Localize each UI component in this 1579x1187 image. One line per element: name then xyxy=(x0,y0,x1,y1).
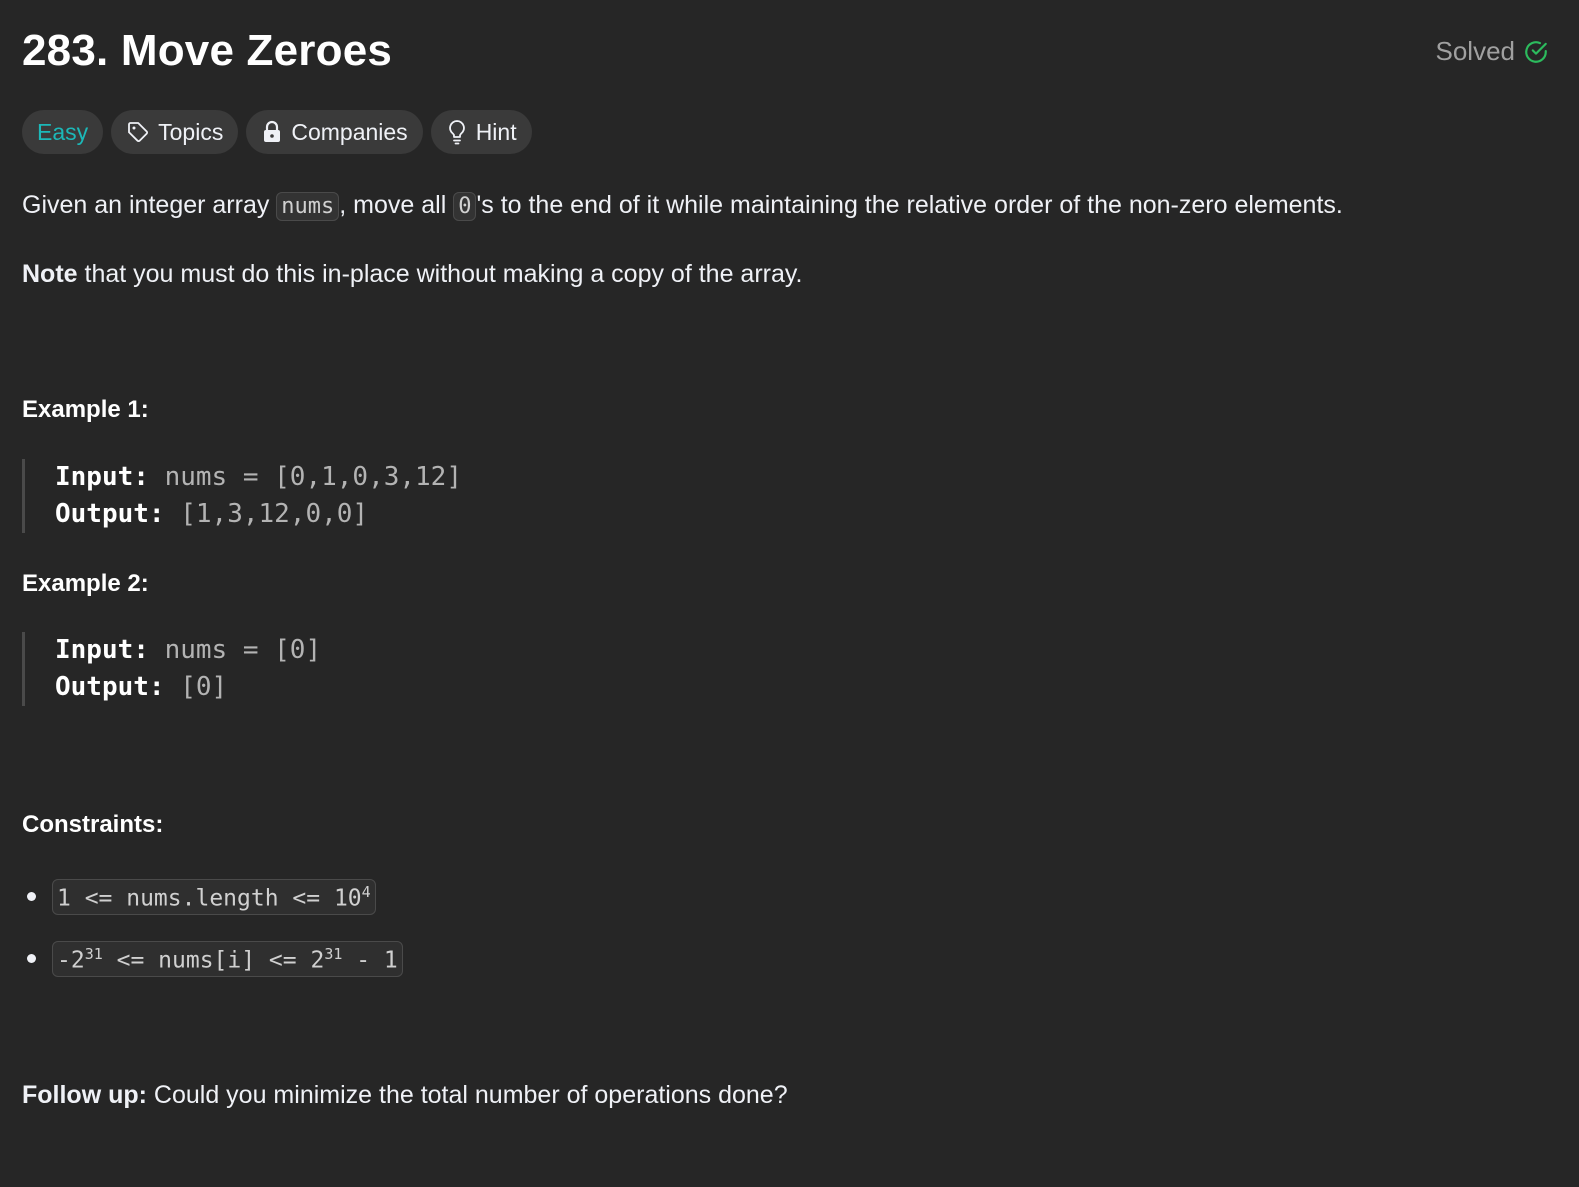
tag-bar: Easy Topics Companies Hint xyxy=(22,110,532,154)
example-1-block: Input: nums = [0,1,0,3,12] Output: [1,3,… xyxy=(22,459,462,533)
inline-code-nums: nums xyxy=(276,192,340,221)
constraint-text: 1 <= nums.length <= 10 xyxy=(57,885,362,912)
output-value: [1,3,12,0,0] xyxy=(180,499,369,529)
difficulty-label: Easy xyxy=(37,118,89,145)
topics-label: Topics xyxy=(158,118,224,145)
note-text: that you must do this in-place without m… xyxy=(77,260,803,288)
hint-button[interactable]: Hint xyxy=(430,110,532,154)
example-2-block: Input: nums = [0] Output: [0] xyxy=(22,632,321,706)
follow-up-paragraph: Follow up: Could you minimize the total … xyxy=(22,1078,788,1112)
constraint-item: -231 <= nums[i] <= 231 - 1 xyxy=(22,928,403,990)
example-1-output: Output: [1,3,12,0,0] xyxy=(55,496,462,533)
solved-status: Solved xyxy=(1436,36,1550,67)
constraint-exponent: 4 xyxy=(361,882,371,901)
output-value: [0] xyxy=(180,672,228,702)
constraint-item: 1 <= nums.length <= 104 xyxy=(22,866,403,928)
input-label: Input: xyxy=(55,462,149,492)
solved-label: Solved xyxy=(1435,36,1516,66)
follow-up-text: Could you minimize the total number of o… xyxy=(146,1081,788,1109)
companies-label: Companies xyxy=(291,118,408,145)
description-text: 's to the end of it while maintaining th… xyxy=(476,191,1343,219)
follow-up-label: Follow up: xyxy=(22,1081,147,1109)
example-2-output: Output: [0] xyxy=(55,669,321,706)
constraints-list: 1 <= nums.length <= 104 -231 <= nums[i] … xyxy=(22,866,403,990)
example-2-heading: Example 2: xyxy=(22,570,149,597)
constraint-text: -2 xyxy=(57,947,85,974)
input-label: Input: xyxy=(55,635,149,665)
constraint-text: - 1 xyxy=(342,947,398,974)
input-value: nums = [0] xyxy=(164,635,322,665)
output-label: Output: xyxy=(55,672,165,702)
constraints-heading: Constraints: xyxy=(22,811,164,838)
input-value: nums = [0,1,0,3,12] xyxy=(164,462,462,492)
lock-icon xyxy=(261,120,283,144)
difficulty-badge[interactable]: Easy xyxy=(22,110,104,154)
example-1-heading: Example 1: xyxy=(22,396,149,423)
constraint-code: 1 <= nums.length <= 104 xyxy=(52,878,376,916)
note-label: Note xyxy=(22,260,78,288)
inline-code-zero: 0 xyxy=(453,192,477,221)
description-paragraph: Given an integer array nums, move all 0 '… xyxy=(22,188,1343,224)
constraint-exponent: 31 xyxy=(84,944,103,963)
check-circle-icon xyxy=(1523,39,1549,65)
constraint-code: -231 <= nums[i] <= 231 - 1 xyxy=(52,940,403,978)
topics-button[interactable]: Topics xyxy=(111,110,239,154)
tag-icon xyxy=(126,120,150,144)
hint-label: Hint xyxy=(475,118,517,145)
problem-title: 283. Move Zeroes xyxy=(22,26,393,75)
description-text: Given an integer array xyxy=(22,191,277,219)
companies-button[interactable]: Companies xyxy=(246,110,423,154)
output-label: Output: xyxy=(55,499,165,529)
note-paragraph: Note that you must do this in-place with… xyxy=(22,257,802,291)
example-1-input: Input: nums = [0,1,0,3,12] xyxy=(55,459,462,496)
example-2-input: Input: nums = [0] xyxy=(55,632,321,669)
lightbulb-icon xyxy=(446,119,468,145)
constraint-exponent: 31 xyxy=(324,944,343,963)
constraint-text: <= nums[i] <= 2 xyxy=(102,947,325,974)
description-text: , move all xyxy=(339,191,454,219)
